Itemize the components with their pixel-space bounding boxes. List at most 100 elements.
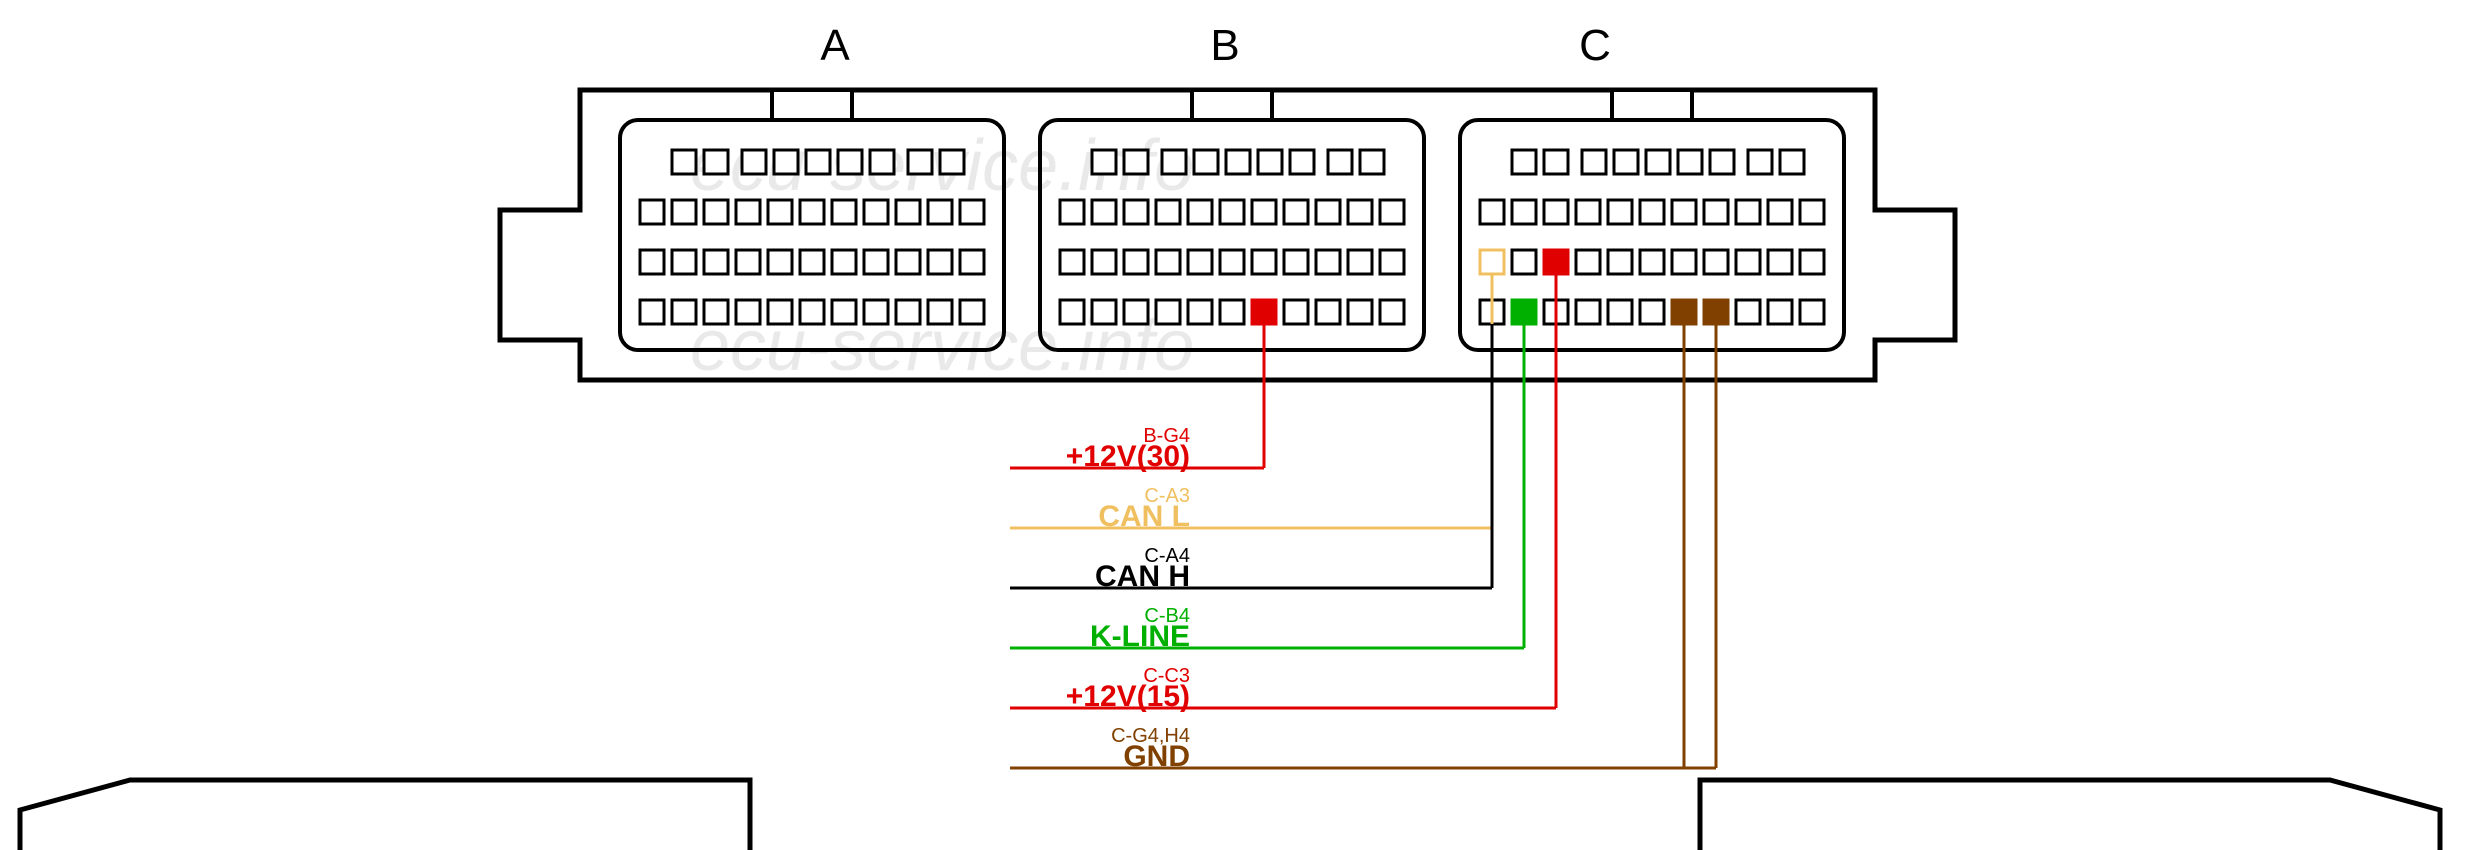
pin <box>832 250 856 274</box>
pin <box>1480 200 1504 224</box>
pin <box>1060 200 1084 224</box>
pin <box>768 300 792 324</box>
pin <box>928 200 952 224</box>
pin <box>1226 150 1250 174</box>
pin <box>1092 200 1116 224</box>
pin <box>1162 150 1186 174</box>
pin-highlight <box>1252 300 1276 324</box>
pin <box>800 200 824 224</box>
pin <box>1640 250 1664 274</box>
pin <box>870 150 894 174</box>
pin <box>640 300 664 324</box>
pin <box>1316 250 1340 274</box>
pin <box>1800 300 1824 324</box>
pin <box>1704 200 1728 224</box>
pin <box>864 250 888 274</box>
pin <box>1220 300 1244 324</box>
pin <box>1544 150 1568 174</box>
pin <box>1672 250 1696 274</box>
pin <box>1380 300 1404 324</box>
pin <box>864 300 888 324</box>
pin <box>1576 300 1600 324</box>
pin <box>774 150 798 174</box>
pin <box>838 150 862 174</box>
pin <box>1380 250 1404 274</box>
pin <box>1480 250 1504 274</box>
pin <box>928 300 952 324</box>
pin <box>960 300 984 324</box>
pin <box>1608 250 1632 274</box>
connector-label-b: B <box>1210 21 1239 70</box>
pin <box>736 300 760 324</box>
pin <box>1194 150 1218 174</box>
pin <box>1646 150 1670 174</box>
pin <box>1608 300 1632 324</box>
pin <box>1258 150 1282 174</box>
pin <box>1640 300 1664 324</box>
pin <box>1252 200 1276 224</box>
pin <box>896 200 920 224</box>
pin <box>736 250 760 274</box>
pin <box>832 200 856 224</box>
connector-c-latch <box>1612 90 1692 120</box>
connector-label-c: C <box>1579 21 1611 70</box>
pin <box>896 250 920 274</box>
wire-name-label: CAN H <box>1095 560 1190 593</box>
pin <box>1672 200 1696 224</box>
pin <box>832 300 856 324</box>
pin <box>1800 250 1824 274</box>
pin <box>1576 250 1600 274</box>
pin <box>1156 250 1180 274</box>
pin <box>1092 150 1116 174</box>
pin <box>1316 300 1340 324</box>
wire-name-label: +12V(15) <box>1066 680 1190 713</box>
connector-b-latch <box>1192 90 1272 120</box>
pin <box>1188 250 1212 274</box>
pin <box>1512 150 1536 174</box>
pin <box>1768 300 1792 324</box>
pin <box>1348 250 1372 274</box>
pin <box>1220 200 1244 224</box>
pin <box>1736 200 1760 224</box>
pin <box>800 250 824 274</box>
pin <box>1704 250 1728 274</box>
pin <box>1736 250 1760 274</box>
pin <box>704 300 728 324</box>
pin <box>960 200 984 224</box>
pin-highlight <box>1512 300 1536 324</box>
pin <box>1284 200 1308 224</box>
pin <box>960 250 984 274</box>
pin <box>1614 150 1638 174</box>
pin <box>1710 150 1734 174</box>
pin <box>1060 250 1084 274</box>
ecu-pinout-diagram: ecu-service.info ecu-service.info A B C … <box>0 0 2480 850</box>
pin <box>640 250 664 274</box>
pin <box>1316 200 1340 224</box>
pin <box>704 200 728 224</box>
pin <box>1220 250 1244 274</box>
pin <box>1582 150 1606 174</box>
wire-name-label: GND <box>1123 740 1190 773</box>
pin <box>1678 150 1702 174</box>
pin <box>672 250 696 274</box>
pin <box>1544 200 1568 224</box>
pin <box>1290 150 1314 174</box>
pin <box>908 150 932 174</box>
connector-a-latch <box>772 90 852 120</box>
pin <box>1124 250 1148 274</box>
pin <box>1608 200 1632 224</box>
pin <box>1156 300 1180 324</box>
pin <box>1736 300 1760 324</box>
pin <box>704 250 728 274</box>
pin <box>1512 200 1536 224</box>
pin <box>1768 250 1792 274</box>
pin <box>1124 300 1148 324</box>
chassis-outline <box>20 780 2440 850</box>
pin <box>1348 300 1372 324</box>
pin-highlight <box>1672 300 1696 324</box>
pin <box>1092 250 1116 274</box>
pin <box>672 150 696 174</box>
pin <box>672 300 696 324</box>
pin <box>1576 200 1600 224</box>
pin <box>1188 200 1212 224</box>
